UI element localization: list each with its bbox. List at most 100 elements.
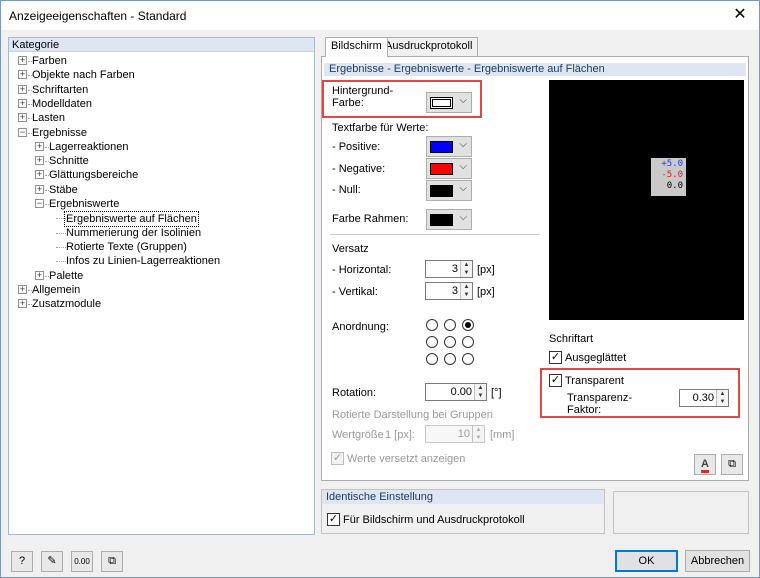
frame-color-label: Farbe Rahmen: bbox=[332, 213, 409, 225]
identical-heading: Identische Einstellung bbox=[322, 490, 604, 504]
tree-item-label: Rotierte Texte (Gruppen) bbox=[66, 240, 187, 253]
ok-button[interactable]: OK bbox=[615, 550, 678, 572]
offset-heading: Versatz bbox=[332, 243, 369, 255]
arrangement-radio[interactable] bbox=[444, 353, 456, 365]
value-size-label: Wertgröße bbox=[332, 429, 384, 441]
tree-item-label: Lasten bbox=[32, 112, 66, 125]
vertical-offset-input[interactable]: 3 ▲ ▼ bbox=[425, 282, 473, 300]
expand-icon[interactable]: + bbox=[18, 56, 27, 65]
export-icon: ⧉ bbox=[108, 555, 116, 567]
expand-icon[interactable]: + bbox=[18, 284, 27, 294]
tree-connector bbox=[56, 261, 66, 263]
vertical-unit: [px] bbox=[477, 286, 495, 298]
tree-item-label: Objekte nach Farben bbox=[32, 69, 135, 82]
horizontal-offset-input[interactable]: 3 ▲ ▼ bbox=[425, 260, 473, 278]
collapse-icon[interactable]: − bbox=[18, 127, 27, 137]
collapse-icon[interactable]: − bbox=[35, 199, 44, 208]
expand-icon[interactable]: + bbox=[35, 170, 44, 180]
rotation-label: Rotation: bbox=[332, 387, 377, 399]
empty-group-box bbox=[613, 491, 749, 534]
font-heading: Schriftart bbox=[549, 333, 594, 345]
number-format-button[interactable]: 0.00 bbox=[71, 551, 93, 572]
negative-label: - Negative: bbox=[332, 163, 386, 175]
dialog-window: Anzeigeeigenschaften - Standard ✕ Katego… bbox=[0, 0, 760, 578]
tree-item-label: Nummerierung der Isolinien bbox=[66, 226, 202, 239]
preview-value-box: +5.0 -5.0 0.0 bbox=[651, 158, 686, 196]
horizontal-label: - Horizontal: bbox=[332, 264, 392, 276]
arrangement-radio[interactable] bbox=[426, 319, 438, 331]
divider bbox=[330, 234, 540, 235]
spin-arrows-icon[interactable]: ▲ ▼ bbox=[474, 384, 486, 400]
expand-icon[interactable]: + bbox=[35, 141, 44, 151]
offset-display-checkbox[interactable]: ✓ bbox=[331, 452, 344, 465]
tree-item-label: Glättungsbereiche bbox=[49, 169, 139, 182]
expand-icon[interactable]: + bbox=[35, 184, 44, 194]
vertical-label: - Vertikal: bbox=[332, 286, 378, 298]
arrangement-radio[interactable] bbox=[444, 319, 456, 331]
preview-zero: 0.0 bbox=[666, 181, 683, 191]
help-icon: ? bbox=[18, 555, 26, 567]
tree-item-label: Allgemein bbox=[32, 283, 81, 296]
negative-color-picker[interactable]: ⌵ bbox=[426, 158, 472, 179]
tree-item-label: Farben bbox=[32, 55, 67, 67]
expand-icon[interactable]: + bbox=[18, 84, 27, 94]
frame-color-picker[interactable]: ⌵ bbox=[426, 209, 472, 230]
expand-icon[interactable]: + bbox=[18, 113, 27, 123]
text-color-heading: Textfarbe für Werte: bbox=[332, 122, 429, 134]
positive-color-picker[interactable]: ⌵ bbox=[426, 136, 472, 157]
expand-icon[interactable]: + bbox=[18, 98, 27, 108]
window-title: Anzeigeeigenschaften - Standard bbox=[9, 9, 187, 23]
tree-item-label: Zusatzmodule bbox=[32, 298, 102, 311]
chevron-down-icon: ⌵ bbox=[459, 212, 467, 223]
identical-group: Identische Einstellung bbox=[321, 489, 605, 534]
value-size-input[interactable]: 10 ▲ ▼ bbox=[425, 425, 485, 443]
identical-checkbox[interactable]: ✓ bbox=[327, 513, 340, 526]
edit-icon: ✎ bbox=[47, 555, 57, 567]
positive-label: - Positive: bbox=[332, 141, 381, 153]
number-format-icon: 0.00 bbox=[74, 557, 90, 566]
group-rotation-label: Rotierte Darstellung bei Gruppen bbox=[332, 409, 493, 421]
chevron-down-icon: ⌵ bbox=[459, 139, 467, 150]
highlight-transparent bbox=[540, 368, 740, 418]
tree-item-label: Infos zu Linien-Lagerreaktionen bbox=[66, 255, 221, 268]
expand-icon[interactable]: + bbox=[18, 299, 27, 309]
tree-item-label: Schnitte bbox=[49, 155, 89, 168]
smooth-checkbox[interactable]: ✓ bbox=[549, 351, 562, 364]
close-icon[interactable]: ✕ bbox=[729, 5, 751, 25]
tree-item-label: Modelldaten bbox=[32, 97, 92, 110]
arrangement-radio[interactable] bbox=[444, 336, 456, 348]
tab-bildschirm[interactable]: Bildschirm bbox=[325, 37, 388, 57]
rotation-value: 0.00 bbox=[450, 386, 472, 398]
rotation-input[interactable]: 0.00 ▲ ▼ bbox=[425, 383, 487, 401]
value-size-px: 1 [px]: bbox=[385, 429, 415, 441]
expand-icon[interactable]: + bbox=[18, 70, 27, 80]
spin-arrows-icon[interactable]: ▲ ▼ bbox=[472, 426, 484, 442]
rotation-unit: [°] bbox=[491, 387, 502, 399]
spin-arrows-icon[interactable]: ▲ ▼ bbox=[460, 261, 472, 277]
export-button[interactable]: ⧉ bbox=[101, 551, 123, 572]
tab-ausdruckprotokoll[interactable]: Ausdruckprotokoll bbox=[379, 37, 479, 56]
expand-icon[interactable]: + bbox=[35, 270, 44, 280]
expand-icon[interactable]: + bbox=[35, 156, 44, 166]
preview-canvas bbox=[549, 80, 744, 320]
font-color-button[interactable]: A bbox=[694, 454, 716, 475]
chevron-down-icon: ⌵ bbox=[459, 183, 467, 194]
highlight-background bbox=[322, 80, 482, 118]
arrangement-radio[interactable] bbox=[462, 319, 474, 331]
help-button[interactable]: ? bbox=[11, 551, 33, 572]
tree-item-label: Ergebniswerte bbox=[49, 198, 120, 210]
edit-button[interactable]: ✎ bbox=[41, 551, 63, 572]
null-color-picker[interactable]: ⌵ bbox=[426, 180, 472, 201]
copy-settings-button[interactable]: ⧉ bbox=[721, 454, 743, 475]
value-size-value: 10 bbox=[457, 428, 470, 440]
cancel-button[interactable]: Abbrechen bbox=[685, 550, 750, 572]
arrangement-radio[interactable] bbox=[426, 336, 438, 348]
frame-swatch bbox=[430, 214, 453, 226]
vertical-offset-value: 3 bbox=[451, 285, 458, 297]
arrangement-radio[interactable] bbox=[462, 353, 474, 365]
arrangement-radio[interactable] bbox=[462, 336, 474, 348]
arrangement-radio[interactable] bbox=[426, 353, 438, 365]
tree-item-label: Lagerreaktionen bbox=[49, 140, 129, 153]
preview-negative: -5.0 bbox=[661, 170, 683, 180]
spin-arrows-icon[interactable]: ▲ ▼ bbox=[460, 283, 472, 299]
